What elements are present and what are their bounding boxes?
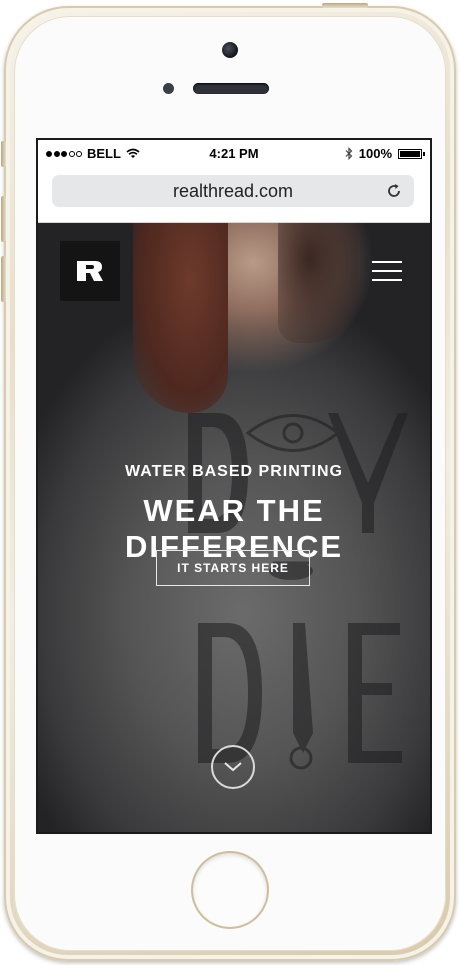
bluetooth-icon xyxy=(345,147,353,160)
battery-icon xyxy=(398,148,425,159)
earpiece-speaker xyxy=(193,83,269,94)
sweater-graphic xyxy=(188,413,408,770)
home-button[interactable] xyxy=(193,853,267,927)
status-right: 100% xyxy=(345,146,425,161)
battery-level xyxy=(400,150,420,157)
logo-r-icon xyxy=(77,261,103,281)
hero-photo-shadow xyxy=(278,223,358,343)
battery-percent: 100% xyxy=(358,146,392,161)
url-field[interactable]: realthread.com xyxy=(52,175,414,207)
browser-address-bar: realthread.com xyxy=(38,166,430,223)
menu-line xyxy=(372,270,402,272)
phone-screen: BELL 4:21 PM 100% realthread.com WATER B… xyxy=(36,138,432,834)
hero-eyebrow: WATER BASED PRINTING xyxy=(125,463,343,480)
power-button xyxy=(322,3,368,8)
hero-section: WATER BASED PRINTING WEAR THE DIFFERENCE… xyxy=(38,223,430,832)
volume-down-button xyxy=(1,256,6,302)
hero-photo-hair xyxy=(133,223,228,413)
mute-switch xyxy=(1,141,6,167)
menu-line xyxy=(372,261,402,263)
hamburger-menu-icon[interactable] xyxy=(372,261,402,281)
site-logo[interactable] xyxy=(60,241,120,301)
menu-line xyxy=(372,279,402,281)
scroll-down-button[interactable] xyxy=(211,745,255,789)
chevron-down-icon xyxy=(224,762,242,772)
url-text: realthread.com xyxy=(172,180,294,201)
proximity-sensor xyxy=(163,83,174,94)
volume-up-button xyxy=(1,196,6,242)
reload-icon[interactable] xyxy=(384,181,404,201)
status-bar: BELL 4:21 PM 100% xyxy=(38,140,430,166)
cta-button[interactable]: IT STARTS HERE xyxy=(156,550,310,586)
front-camera xyxy=(222,42,238,58)
